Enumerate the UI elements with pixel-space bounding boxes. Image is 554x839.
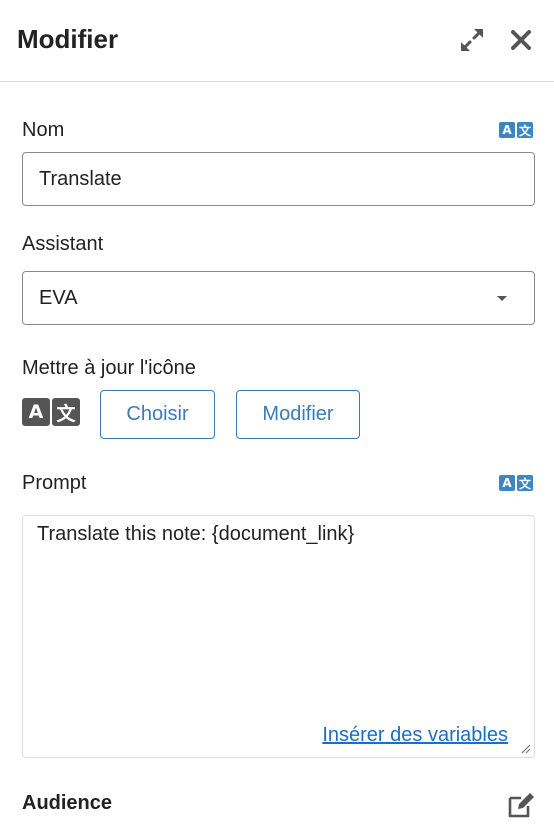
icon-preview-glyph-latin: A <box>22 398 50 426</box>
prompt-label: Prompt <box>22 472 87 494</box>
prompt-field: Translate this note: {document_link} Ins… <box>22 515 535 758</box>
resize-grip-icon[interactable] <box>521 744 531 754</box>
expand-arrows-icon <box>461 29 483 51</box>
edit-icon <box>508 793 534 818</box>
choose-icon-button[interactable]: Choisir <box>100 390 215 439</box>
close-button[interactable] <box>505 24 537 56</box>
translate-glyph-latin: A <box>499 475 515 491</box>
assistant-label: Assistant <box>22 233 104 255</box>
panel-title: Modifier <box>17 24 119 54</box>
icon-preview-glyph-cjk: 文 <box>52 398 80 426</box>
assistant-selected-value: EVA <box>39 287 78 309</box>
edit-audience-button[interactable] <box>507 792 537 818</box>
translate-glyph-cjk: 文 <box>517 475 533 491</box>
icon-label: Mettre à jour l'icône <box>22 357 196 379</box>
edit-panel: Modifier Nom A 文 Assis <box>0 0 554 839</box>
translate-icon: A 文 <box>22 398 80 428</box>
name-input[interactable] <box>22 152 535 206</box>
translate-icon[interactable]: A 文 <box>499 475 533 492</box>
prompt-textarea[interactable]: Translate this note: {document_link} <box>23 516 534 757</box>
expand-button[interactable] <box>456 24 488 56</box>
close-icon <box>511 30 531 50</box>
modify-icon-button[interactable]: Modifier <box>236 390 360 439</box>
audience-heading: Audience <box>22 792 113 814</box>
translate-glyph-cjk: 文 <box>517 122 533 138</box>
translate-icon[interactable]: A 文 <box>499 122 533 139</box>
panel-header: Modifier <box>0 0 554 82</box>
insert-variables-link[interactable]: Insérer des variables <box>322 724 508 747</box>
assistant-select[interactable]: EVA <box>22 271 535 325</box>
chevron-down-icon <box>497 296 507 301</box>
translate-glyph-latin: A <box>499 122 515 138</box>
name-label: Nom <box>22 119 65 141</box>
